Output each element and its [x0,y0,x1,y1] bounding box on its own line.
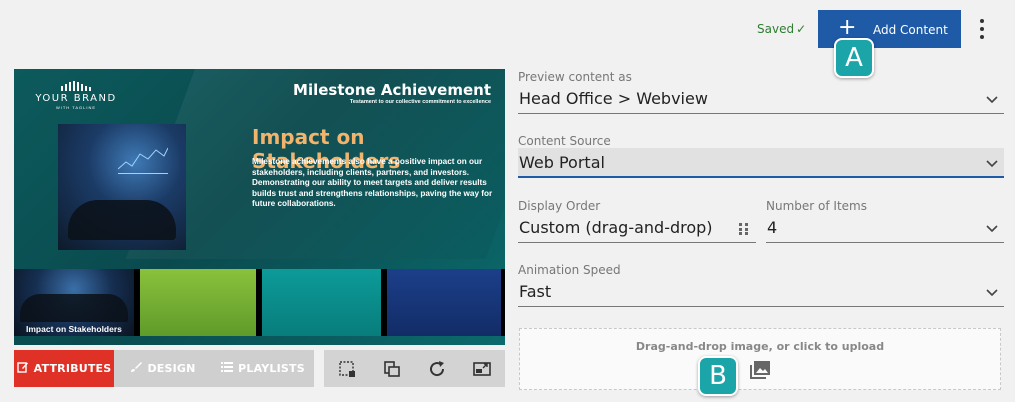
chevron-down-icon [986,96,998,104]
animation-speed-field: Animation Speed Fast [518,263,1004,307]
number-of-items-field: Number of Items 4 [766,199,1004,243]
layers-icon[interactable] [381,358,403,380]
number-of-items-select[interactable]: 4 [766,213,1004,243]
animation-speed-select[interactable]: Fast [518,277,1004,307]
content-preview: YOUR BRAND WITH TAGLINE Milestone Achiev… [14,69,505,345]
animation-speed-value: Fast [519,282,552,301]
tab-playlists[interactable]: PLAYLISTS [212,350,314,387]
slide-body: Milestone achievements also have a posit… [252,157,493,208]
preview-as-label: Preview content as [518,70,632,84]
logo-brand: YOUR BRAND [35,93,117,104]
thumbnail-2[interactable] [140,269,256,336]
number-of-items-label: Number of Items [766,199,867,213]
display-order-value: Custom (drag-and-drop) [519,218,713,237]
check-icon: ✓ [796,22,807,36]
slide-subtitle: Testament to our collective commitment t… [349,99,491,105]
tab-attributes-label: ATTRIBUTES [33,362,112,375]
plus-icon: + [838,15,857,40]
drag-handle-icon [739,223,748,235]
display-order-select[interactable]: Custom (drag-and-drop) [518,213,756,243]
brand-logo: YOUR BRAND WITH TAGLINE [26,81,126,110]
image-upload-dropzone[interactable]: Drag-and-drop image, or click to upload [519,328,1001,390]
more-options-icon[interactable] [972,16,992,42]
preview-as-field: Preview content as Head Office > Webview [518,70,1004,114]
preview-toolbar [324,350,505,387]
list-icon [221,361,234,376]
image-icon [750,361,770,379]
preview-as-value: Head Office > Webview [519,89,708,108]
saved-status: Saved ✓ [757,22,806,36]
content-source-select[interactable]: Web Portal [518,148,1004,178]
content-source-field: Content Source Web Portal [518,134,1004,178]
logo-tagline: WITH TAGLINE [55,105,97,110]
edit-icon [16,361,29,376]
thumbnail-4[interactable] [387,269,501,336]
chevron-down-icon [986,289,998,297]
tab-playlists-label: PLAYLISTS [238,362,305,375]
animation-speed-label: Animation Speed [518,263,621,277]
content-source-label: Content Source [518,134,611,148]
brush-icon [130,361,143,376]
dropzone-text: Drag-and-drop image, or click to upload [635,340,885,353]
callout-badge-b: B [698,356,738,396]
tab-design[interactable]: DESIGN [114,350,212,387]
add-content-label: Add Content [873,23,948,37]
refresh-icon[interactable] [426,358,448,380]
callout-badge-a: A [834,38,874,78]
content-source-value: Web Portal [519,152,605,172]
slide-thumbnails: Impact on Stakeholders [14,269,505,336]
crop-region-icon[interactable] [336,358,358,380]
chevron-down-icon [986,225,998,233]
tab-attributes[interactable]: ATTRIBUTES [14,350,114,387]
number-of-items-value: 4 [767,218,778,237]
thumbnail-caption: Impact on Stakeholders [26,324,122,334]
display-order-label: Display Order [518,199,601,213]
saved-label: Saved [757,22,795,36]
tab-design-label: DESIGN [147,362,196,375]
chevron-down-icon [986,160,998,168]
preview-as-select[interactable]: Head Office > Webview [518,84,1004,114]
thumbnail-3[interactable] [261,269,382,336]
thumbnail-1[interactable]: Impact on Stakeholders [14,269,135,336]
slide-photo [58,124,186,250]
slide-title: Milestone Achievement [293,81,491,99]
logo-bars-icon [26,81,126,91]
display-order-field: Display Order Custom (drag-and-drop) [518,199,756,243]
screen-cast-icon[interactable] [471,358,493,380]
bottom-tabs: ATTRIBUTES DESIGN PLAYLISTS [14,350,314,387]
